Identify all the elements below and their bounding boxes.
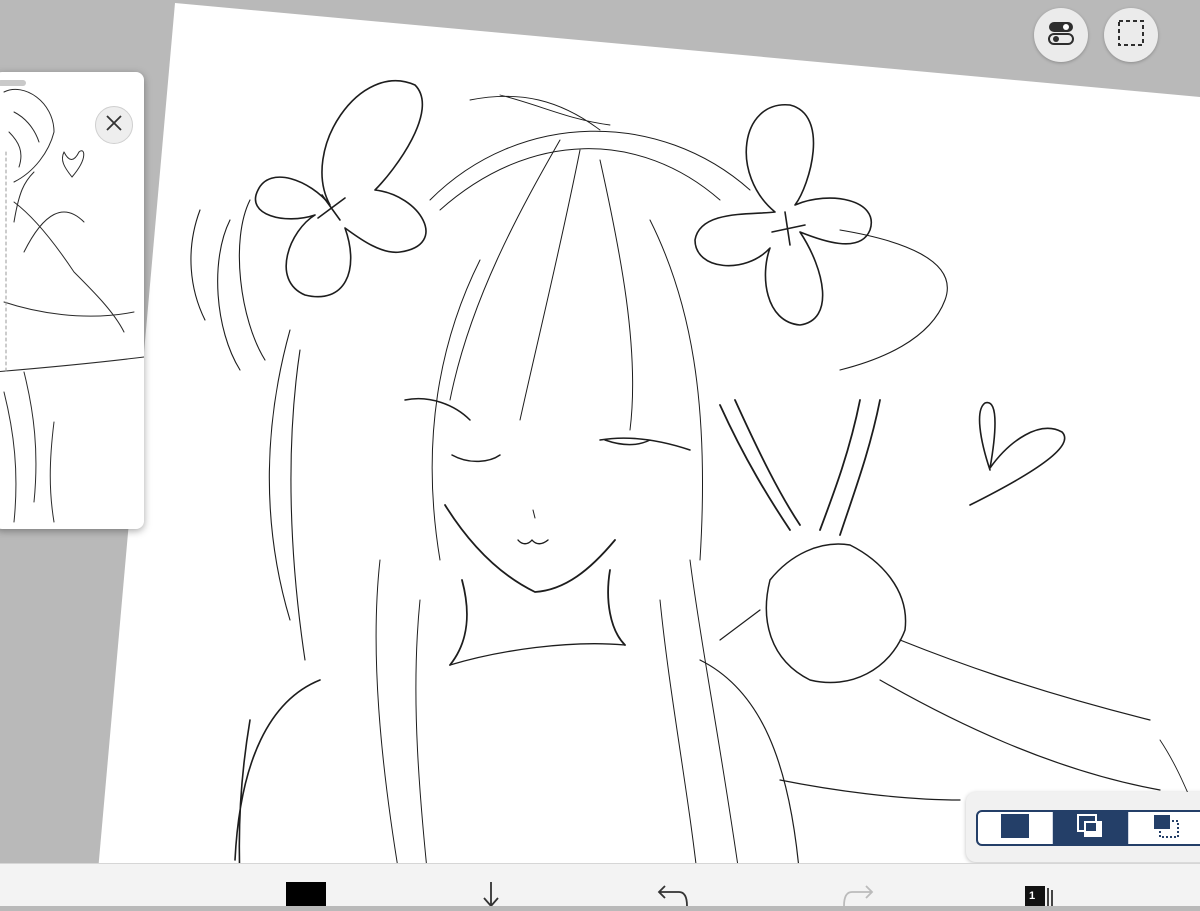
canvas-paper — [95, 3, 1200, 905]
reference-panel-handle[interactable] — [0, 80, 26, 86]
dashed-selection-icon — [1117, 19, 1145, 52]
close-icon — [105, 114, 123, 137]
layer-mode-panel — [966, 792, 1200, 862]
color-swatch — [286, 882, 326, 906]
reference-close-button[interactable] — [95, 106, 133, 144]
drawing-canvas[interactable] — [0, 0, 1200, 905]
download-arrow-icon — [476, 864, 506, 911]
redo-icon — [840, 864, 876, 911]
selection-button[interactable] — [1104, 8, 1158, 62]
toggle-switch-icon — [1047, 20, 1075, 51]
undo-button[interactable] — [655, 864, 691, 907]
layers-icon: 1 — [1024, 864, 1060, 906]
layers-button[interactable]: 1 — [1024, 864, 1060, 906]
reference-panel[interactable] — [0, 72, 144, 529]
mask-layer-icon — [1151, 813, 1181, 844]
canvas-area[interactable]: 1 — [0, 0, 1200, 908]
toggle-button[interactable] — [1034, 8, 1088, 62]
layer-mode-selector[interactable] — [976, 810, 1200, 846]
undo-icon — [655, 864, 691, 911]
mask-layer-option[interactable] — [1129, 812, 1200, 844]
normal-layer-option[interactable] — [978, 812, 1054, 844]
layer-count: 1 — [1029, 890, 1036, 902]
clipping-layer-icon — [1075, 813, 1105, 844]
bottom-toolbar: 1 — [0, 863, 1200, 908]
clipping-layer-option[interactable] — [1053, 812, 1129, 844]
download-button[interactable] — [476, 864, 506, 908]
normal-layer-icon — [1000, 813, 1030, 844]
redo-button[interactable] — [840, 864, 876, 907]
color-swatch-button[interactable] — [286, 864, 326, 906]
